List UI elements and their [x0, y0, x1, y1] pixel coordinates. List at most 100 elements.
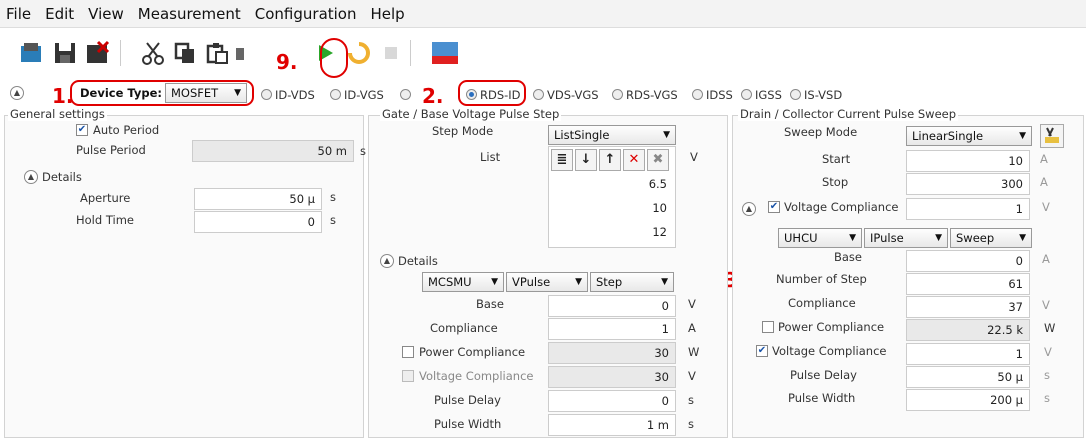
cut-icon[interactable]	[140, 40, 166, 66]
drain-unit-select[interactable]: UHCU ▼	[778, 228, 862, 248]
gate-pulse-width-field[interactable]: 1 m	[548, 414, 676, 436]
gate-pulse-select[interactable]: VPulse ▼	[506, 272, 588, 292]
clipboard-icon[interactable]	[234, 40, 246, 66]
step-mode-value: ListSingle	[554, 128, 610, 142]
stop-label: Stop	[822, 175, 849, 189]
start-field[interactable]: 10	[906, 150, 1030, 172]
drain-compliance-field[interactable]: 37	[906, 296, 1030, 318]
drain-voltage-compliance2-label: Voltage Compliance	[772, 344, 887, 358]
drain-power-compliance-field[interactable]: 22.5 k	[906, 319, 1030, 341]
menu-bar: File Edit View Measurement Configuration…	[0, 0, 1086, 28]
number-of-step-label: Number of Step	[776, 272, 867, 286]
list-edit-icon[interactable]: ≣	[551, 149, 573, 171]
device-type-value: MOSFET	[171, 86, 219, 100]
test-hidden[interactable]	[400, 88, 414, 102]
collapse-icon[interactable]: ▲	[10, 86, 24, 100]
test-idss[interactable]: IDSS	[692, 88, 733, 102]
drain-base-field[interactable]: 0	[906, 250, 1030, 272]
chevron-down-icon: ▼	[575, 277, 582, 287]
auto-period-checkbox[interactable]: ✔	[76, 124, 88, 136]
gate-compliance-field[interactable]: 1	[548, 318, 676, 340]
drain-sweep-select[interactable]: Sweep ▼	[950, 228, 1032, 248]
drain-voltage-compliance2-field[interactable]: 1	[906, 343, 1030, 365]
drain-power-compliance-checkbox[interactable]	[762, 321, 774, 333]
drain-pulse-width-unit: s	[1044, 391, 1050, 405]
open-icon[interactable]	[18, 40, 44, 66]
drain-pulse-width-field[interactable]: 200 μ	[906, 389, 1030, 411]
gate-unit-select[interactable]: MCSMU ▼	[422, 272, 504, 292]
radio-icon	[741, 89, 752, 100]
drain-collapse-icon[interactable]: ▲	[742, 202, 756, 216]
test-rds-vgs[interactable]: RDS-VGS	[612, 88, 678, 102]
list-item[interactable]: 12	[652, 225, 667, 239]
test-is-vsd[interactable]: IS-VSD	[790, 88, 842, 102]
list-item[interactable]: 10	[652, 201, 667, 215]
paste-icon[interactable]	[204, 40, 230, 66]
gate-base-field[interactable]: 0	[548, 295, 676, 317]
aperture-field[interactable]: 50 μ	[194, 188, 322, 210]
save-icon[interactable]	[52, 40, 78, 66]
copy-icon[interactable]	[172, 40, 198, 66]
gate-power-compliance-checkbox[interactable]	[402, 346, 414, 358]
save-close-icon[interactable]	[84, 40, 110, 66]
sweep-mode-select[interactable]: LinearSingle ▼	[906, 126, 1032, 146]
annotation-9: 9.	[276, 50, 298, 74]
list-unit: V	[690, 150, 698, 164]
number-of-step-field[interactable]: 61	[906, 273, 1030, 295]
gate-pulse-delay-unit: s	[688, 393, 694, 407]
chevron-down-icon: ▼	[661, 277, 668, 287]
step-list[interactable]: ≣ ↓ ↑ ✕ ✖ 6.5 10 12	[548, 146, 676, 248]
step-mode-select[interactable]: ListSingle ▼	[548, 125, 676, 145]
export-icon[interactable]	[430, 40, 460, 66]
stop-unit: A	[1040, 175, 1048, 189]
gate-voltage-compliance-field[interactable]: 30	[548, 366, 676, 388]
gate-pulse-delay-field[interactable]: 0	[548, 390, 676, 412]
menu-edit[interactable]: Edit	[45, 5, 74, 23]
test-id-vds[interactable]: ID-VDS	[261, 88, 315, 102]
gate-panel-title: Gate / Base Voltage Pulse Step	[380, 107, 562, 121]
menu-measurement[interactable]: Measurement	[138, 5, 241, 23]
sweep-settings-icon[interactable]	[1040, 124, 1064, 148]
aperture-unit: s	[330, 190, 336, 204]
repeat-icon[interactable]	[346, 40, 372, 66]
menu-view[interactable]: View	[88, 5, 124, 23]
test-rds-id[interactable]: RDS-ID	[466, 88, 521, 102]
stop-field[interactable]: 300	[906, 173, 1030, 195]
menu-file[interactable]: File	[6, 5, 31, 23]
move-down-icon[interactable]: ↓	[575, 149, 597, 171]
gate-power-compliance-field[interactable]: 30	[548, 342, 676, 364]
device-type-label: Device Type:	[80, 86, 163, 100]
test-id-vgs[interactable]: ID-VGS	[330, 88, 384, 102]
menu-configuration[interactable]: Configuration	[255, 5, 357, 23]
test-igss[interactable]: IGSS	[741, 88, 782, 102]
details-expander-icon[interactable]: ▲	[24, 170, 38, 184]
pulse-period-unit: s	[360, 144, 366, 158]
toolbar	[0, 28, 1086, 80]
drain-voltage-compliance-checkbox[interactable]: ✔	[768, 201, 780, 213]
toolbar-separator-2	[410, 40, 416, 66]
pulse-period-field[interactable]: 50 m	[192, 140, 354, 162]
hold-time-unit: s	[330, 213, 336, 227]
chevron-down-icon: ▼	[234, 88, 241, 98]
drain-voltage-compliance2-checkbox[interactable]: ✔	[756, 345, 768, 357]
hold-time-field[interactable]: 0	[194, 211, 322, 233]
chevron-down-icon: ▼	[935, 233, 942, 243]
delete-icon[interactable]: ✕	[623, 149, 645, 171]
drain-pulse-delay-field[interactable]: 50 μ	[906, 366, 1030, 388]
stop-icon[interactable]	[378, 40, 404, 66]
clear-all-icon[interactable]: ✖	[647, 149, 669, 171]
gate-voltage-compliance-checkbox[interactable]	[402, 370, 414, 382]
list-item[interactable]: 6.5	[649, 177, 667, 191]
drain-voltage-compliance-field[interactable]: 1	[906, 198, 1030, 220]
gate-details-expander-icon[interactable]: ▲	[380, 254, 394, 268]
menu-help[interactable]: Help	[371, 5, 405, 23]
chevron-down-icon: ▼	[491, 277, 498, 287]
aperture-label: Aperture	[80, 191, 131, 205]
move-up-icon[interactable]: ↑	[599, 149, 621, 171]
gate-step-select[interactable]: Step ▼	[590, 272, 674, 292]
drain-pulse-width-label: Pulse Width	[788, 391, 856, 405]
device-type-select[interactable]: MOSFET ▼	[165, 83, 247, 103]
drain-pulse-select[interactable]: IPulse ▼	[864, 228, 948, 248]
test-vds-vgs[interactable]: VDS-VGS	[533, 88, 599, 102]
auto-period-label: Auto Period	[93, 123, 160, 137]
